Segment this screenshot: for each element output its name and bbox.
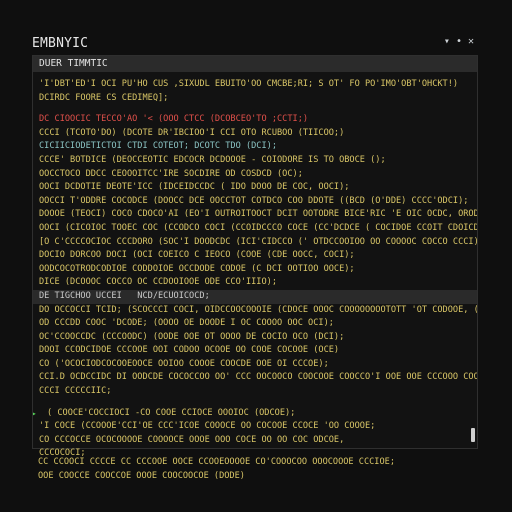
code-text: CCI.D OCDCCIDC DI OODCDE COCOCCOO OO' CC… [39,372,477,383]
code-line: DICE (DCOOOC COCCO OC CCDOOIOOE ODE CCO'… [33,276,477,290]
code-line: CO ('OCOCIODCOCOOEOOCE OOIOO COOOE COOCD… [33,358,477,372]
code-text: 'I COCE (CCOOOE'CCI'OE CCC'ICOE COOOCE O… [39,421,376,432]
code-line: OOCCTOCO DDCC CEOOOITCC'IRE SOCDIRE OD C… [33,168,477,182]
footer-output: CC CCOOCI CCCCE CC CCCOOE OOCE CCOOEOOOO… [38,456,395,483]
code-text: CCCI CCCCCIIC; [39,386,112,397]
code-line: DOOOE (TEOCI) COCO CDOCO'AI (EO'I OUTROI… [33,208,477,222]
code-line: DOCIO DORCOO DOCI (OCI COEICO C IEOCO (C… [33,249,477,263]
pane-header: DUER TIMMTIC [33,56,477,72]
code-line: OOE COOCCE COOCCOE OOOE COOCOOCOE (DODE) [38,470,395,484]
code-text: [O C'CCCCOCIOC CCCDORO (SOC'I DOODCDC (I… [39,236,477,247]
code-line: 'I COCE (CCOOOE'CCI'OE CCC'ICOE COOOCE O… [33,420,477,434]
code-line: OD CCCDD COOC 'DCODE; (OOOO OE DOODE I O… [33,317,477,331]
code-line: DC CIOOCIC TECCO'AO '< (OOO CTCC (DCOBCE… [33,113,477,127]
code-text: OC'CCOOCCDC (CCCOODC) (OODE OOE OT OOOO … [39,331,345,342]
code-line: CICIICIODETICTOI CTDI COTEOT; DCOTC TDO … [33,140,477,154]
code-text: OOCCTOCO DDCC CEOOOITCC'IRE SOCDIRE OD C… [39,168,303,179]
code-text: CO CCCOCCE OCOCOOOOE COOOOCE OOOE OOO CO… [39,434,345,445]
code-text: DOOI CCODCIDOE CCCOOE OOI CODOO OCOOE OO… [39,345,340,356]
code-line: 'I'DBT'ED'I OCI PU'HO CUS ,SIXUDL EBUITO… [33,78,477,92]
code-line: OC'CCOOCCDC (CCCOODC) (OODE OOE OT OOOO … [33,331,477,345]
code-line: DOOI CCODCIDOE CCCOOE OOI CODOO OCOOE OO… [33,344,477,358]
code-text: CO ('OCOCIODCOCOOEOOCE OOIOO COOOE COOCD… [39,358,329,369]
code-line: DO OCCOCCI TCID; (SCOCCCI COCI, OIDCCOOC… [33,304,477,318]
code-text: DOOOE (TEOCI) COCO CDOCO'AI (EO'I OUTROI… [39,209,477,220]
code-line: OODCOCOTRODCODIOE CODDOIOE OCCDODE CODOE… [33,263,477,277]
code-text: DO OCCOCCI TCID; (SCOCCCI COCI, OIDCCOOC… [39,304,477,315]
dot-icon[interactable]: • [456,36,462,48]
code-text: DE TIGCHOO UCCEI NCD/ECUOICOCD; [39,290,210,301]
code-text: DC CIOOCIC TECCO'AO '< (OOO CTCC (DCOBCE… [39,114,309,125]
code-text: OOCCI T'ODDRE COCODCE (DOOCC DCE OOCCTOT… [39,195,469,206]
code-line-highlighted: DE TIGCHOO UCCEI NCD/ECUOICOCD; [33,289,477,304]
code-line: CCI.D OCDCCIDC DI OODCDE COCOCCOO OO' CC… [33,371,477,385]
code-line: CC CCOOCI CCCCE CC CCCOOE OOCE CCOOEOOOO… [38,456,395,470]
editor-pane: DUER TIMMTIC 'I'DBT'ED'I OCI PU'HO CUS ,… [32,55,478,458]
code-line: CCCE' BOTDICE (DEOCCEOTIC EDCOCR DCDOOOE… [33,154,477,168]
code-line: ▶ ( COOCE'COCCIOCI -CO COOE CCIOCE OOOIOC… [33,407,477,421]
code-text: OOCI DCDOTIE DEOTE'ICC (IDCEIDCCDC ( IDO… [39,182,350,193]
play-arrow-icon[interactable]: ▶ [33,407,36,421]
code-text: DOCIO DORCOO DOCI (OCI COEICO C IEOCO (C… [39,250,355,261]
code-line: OOCI DCDOTIE DEOTE'ICC (IDCEIDCCDC ( IDO… [33,181,477,195]
code-line: CCCI (TCOTO'DO) (DCOTE DR'IBCIOO'I CCI O… [33,127,477,141]
code-text: OODCOCOTRODCODIOE CODDOIOE OCCDODE CODOE… [39,263,355,274]
code-line: OOCCI T'ODDRE COCODCE (DOOCC DCE OOCCTOT… [33,195,477,209]
code-text: CC CCOOCI CCCCE CC CCCOOE OOCE CCOOEOOOO… [38,457,395,467]
code-text: CCCI (TCOTO'DO) (DCOTE DR'IBCIOO'I CCI O… [39,127,345,138]
code-text: CCCE' BOTDICE (DEOCCEOTIC EDCOCR DCDOOOE… [39,154,386,165]
scroll-thumb[interactable] [471,428,475,442]
code-text: OD CCCDD COOC 'DCODE; (OOOO OE DOODE I O… [39,318,334,329]
code-text: ( COOCE'COCCIOCI -CO COOE CCIOCE OOOIOC … [47,407,296,418]
code-line: CO CCCOCCE OCOCOOOOE COOOOCE OOOE OOO CO… [33,434,477,448]
app-title: EMBNYIC [32,36,89,51]
code-line: [O C'CCCCOCIOC CCCDORO (SOC'I DOODCDC (I… [33,236,477,250]
code-text: DCIRDC FOORE CS CEDIMEQ]; [39,92,169,103]
code-text: OOCI (CICOIOC TOOEC COC (CCODCO COCI (CC… [39,222,477,233]
close-icon[interactable]: ✕ [468,36,474,48]
scrollbar[interactable] [471,76,475,442]
chevron-down-icon[interactable]: ▾ [444,36,450,48]
window-controls: ▾ • ✕ [444,36,474,48]
code-line: CCCI CCCCCIIC; [33,385,477,399]
code-text: DICE (DCOOOC COCCO OC CCDOOIOOE ODE CCO'… [39,277,277,288]
code-line: DCIRDC FOORE CS CEDIMEQ]; [33,92,477,106]
code-text: CICIICIODETICTOI CTDI COTEOT; DCOTC TDO … [39,141,277,152]
code-text: OOE COOCCE COOCCOE OOOE COOCOOCOE (DODE) [38,470,245,481]
code-text: 'I'DBT'ED'I OCI PU'HO CUS ,SIXUDL EBUITO… [39,79,459,89]
code-line: OOCI (CICOIOC TOOEC COC (CCODCO COCI (CC… [33,222,477,236]
code-area[interactable]: 'I'DBT'ED'I OCI PU'HO CUS ,SIXUDL EBUITO… [33,72,477,461]
